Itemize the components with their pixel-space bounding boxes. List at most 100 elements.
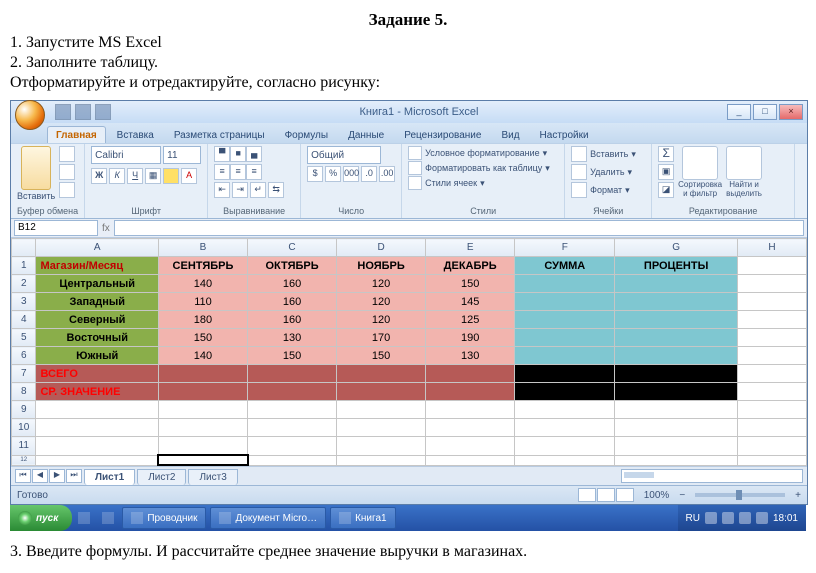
cell-A11[interactable] xyxy=(36,437,158,456)
insert-cells-button[interactable]: Вставить ▾ xyxy=(571,146,636,162)
cell-B12[interactable] xyxy=(158,455,247,465)
cell-B1[interactable]: СЕНТЯБРЬ xyxy=(158,257,247,275)
cell-C11[interactable] xyxy=(248,437,337,456)
font-size-combo[interactable]: 11 xyxy=(163,146,201,164)
cell-E12[interactable] xyxy=(426,455,515,465)
cell-D11[interactable] xyxy=(337,437,426,456)
close-button[interactable]: × xyxy=(779,104,803,120)
cell-B10[interactable] xyxy=(158,419,247,437)
cell-D3[interactable]: 120 xyxy=(337,293,426,311)
cell-D7[interactable] xyxy=(337,365,426,383)
sheet-nav-first-icon[interactable]: ⏮ xyxy=(15,469,31,483)
cell-G1[interactable]: ПРОЦЕНТЫ xyxy=(615,257,737,275)
cell-styles-button[interactable]: Стили ячеек ▾ xyxy=(408,176,550,190)
cell-E7[interactable] xyxy=(426,365,515,383)
row-header[interactable]: 10 xyxy=(12,419,36,437)
row-header[interactable]: 7 xyxy=(12,365,36,383)
font-color-button[interactable]: A xyxy=(181,168,197,184)
row-header[interactable]: 5 xyxy=(12,329,36,347)
cell-E3[interactable]: 145 xyxy=(426,293,515,311)
zoom-in-icon[interactable]: + xyxy=(795,490,801,501)
tray-icon[interactable] xyxy=(705,512,717,524)
cell-D9[interactable] xyxy=(337,401,426,419)
cell-G10[interactable] xyxy=(615,419,737,437)
row-header[interactable]: 11 xyxy=(12,437,36,456)
cell-A6[interactable]: Южный xyxy=(36,347,158,365)
cell-H10[interactable] xyxy=(737,419,806,437)
cell-C12[interactable] xyxy=(248,455,337,465)
cell-E10[interactable] xyxy=(426,419,515,437)
underline-button[interactable]: Ч xyxy=(127,168,143,184)
cell-D5[interactable]: 170 xyxy=(337,329,426,347)
tab-formulas[interactable]: Формулы xyxy=(276,126,338,143)
cell-C5[interactable]: 130 xyxy=(248,329,337,347)
cell-F12[interactable] xyxy=(515,455,615,465)
zoom-out-icon[interactable]: − xyxy=(679,490,685,501)
cell-E5[interactable]: 190 xyxy=(426,329,515,347)
cell-C1[interactable]: ОКТЯБРЬ xyxy=(248,257,337,275)
cell-C7[interactable] xyxy=(248,365,337,383)
number-format-combo[interactable]: Общий xyxy=(307,146,381,164)
sheet-nav-next-icon[interactable]: ▶ xyxy=(49,469,65,483)
cell-H2[interactable] xyxy=(737,275,806,293)
cell-H5[interactable] xyxy=(737,329,806,347)
taskbar-item-explorer[interactable]: Проводник xyxy=(122,507,206,529)
cell-E4[interactable]: 125 xyxy=(426,311,515,329)
row-header[interactable]: 12 xyxy=(12,455,36,465)
cell-G2[interactable] xyxy=(615,275,737,293)
tab-data[interactable]: Данные xyxy=(339,126,393,143)
cell-G6[interactable] xyxy=(615,347,737,365)
cell-A1[interactable]: Магазин/Месяц xyxy=(36,257,158,275)
cell-C9[interactable] xyxy=(248,401,337,419)
conditional-formatting-button[interactable]: Условное форматирование ▾ xyxy=(408,146,550,160)
sheet-nav-prev-icon[interactable]: ◀ xyxy=(32,469,48,483)
cell-E9[interactable] xyxy=(426,401,515,419)
horizontal-scrollbar[interactable] xyxy=(621,469,803,483)
cell-H11[interactable] xyxy=(737,437,806,456)
cell-H7[interactable] xyxy=(737,365,806,383)
currency-icon[interactable]: $ xyxy=(307,166,323,182)
increase-indent-icon[interactable]: ⇥ xyxy=(232,182,248,198)
undo-icon[interactable] xyxy=(75,104,91,120)
row-header[interactable]: 2 xyxy=(12,275,36,293)
cell-B7[interactable] xyxy=(158,365,247,383)
volume-icon[interactable] xyxy=(756,512,768,524)
col-header-E[interactable]: E xyxy=(426,239,515,257)
view-page-layout-icon[interactable] xyxy=(597,488,615,502)
select-all-corner[interactable] xyxy=(12,239,36,257)
format-cells-button[interactable]: Формат ▾ xyxy=(571,182,630,198)
cell-E11[interactable] xyxy=(426,437,515,456)
cell-D1[interactable]: НОЯБРЬ xyxy=(337,257,426,275)
col-header-G[interactable]: G xyxy=(615,239,737,257)
fill-color-button[interactable] xyxy=(163,168,179,184)
sheet-tab-2[interactable]: Лист2 xyxy=(137,469,186,485)
tab-review[interactable]: Рецензирование xyxy=(395,126,490,143)
cell-F4[interactable] xyxy=(515,311,615,329)
fill-button[interactable]: ▣ xyxy=(658,164,674,180)
cell-A2[interactable]: Центральный xyxy=(36,275,158,293)
col-header-A[interactable]: A xyxy=(36,239,158,257)
cell-G8[interactable] xyxy=(615,383,737,401)
cell-F8[interactable] xyxy=(515,383,615,401)
name-box[interactable]: B12 xyxy=(14,220,98,236)
formula-bar[interactable] xyxy=(114,220,804,236)
cell-D6[interactable]: 150 xyxy=(337,347,426,365)
tab-insert[interactable]: Вставка xyxy=(108,126,163,143)
cell-A9[interactable] xyxy=(36,401,158,419)
cell-B6[interactable]: 140 xyxy=(158,347,247,365)
cell-D10[interactable] xyxy=(337,419,426,437)
cell-B9[interactable] xyxy=(158,401,247,419)
align-right-icon[interactable]: ≡ xyxy=(246,164,262,180)
italic-button[interactable]: К xyxy=(109,168,125,184)
cell-A12[interactable] xyxy=(36,455,158,465)
copy-icon[interactable] xyxy=(59,164,75,180)
cell-F9[interactable] xyxy=(515,401,615,419)
cell-G5[interactable] xyxy=(615,329,737,347)
cell-A10[interactable] xyxy=(36,419,158,437)
delete-cells-button[interactable]: Удалить ▾ xyxy=(571,164,632,180)
view-normal-icon[interactable] xyxy=(578,488,596,502)
col-header-B[interactable]: B xyxy=(158,239,247,257)
worksheet-grid[interactable]: ABCDEFGH1Магазин/МесяцСЕНТЯБРЬОКТЯБРЬНОЯ… xyxy=(11,238,807,466)
sheet-tab-3[interactable]: Лист3 xyxy=(188,469,237,485)
row-header[interactable]: 8 xyxy=(12,383,36,401)
